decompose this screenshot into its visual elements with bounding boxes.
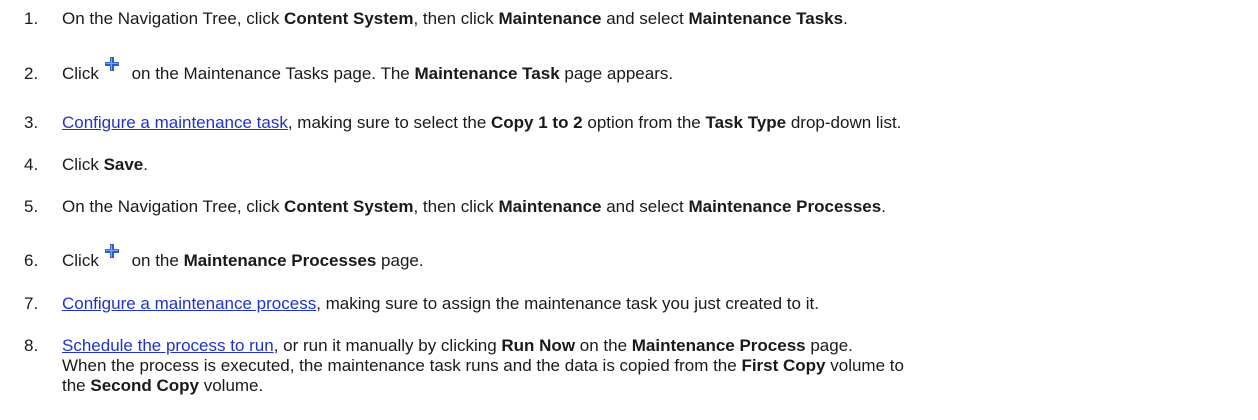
ui-term: Maintenance Processes <box>183 251 377 270</box>
ui-term: Maintenance Task <box>414 64 560 83</box>
ui-term: First Copy <box>741 356 826 375</box>
configure-maintenance-task-link[interactable]: Configure a maintenance task <box>62 113 288 132</box>
ui-term: Task Type <box>705 113 787 132</box>
step-number: 2. <box>24 64 39 83</box>
step-number: 1. <box>24 9 39 28</box>
ui-term: Second Copy <box>90 376 199 395</box>
step-text: Click Save. <box>62 155 148 174</box>
step-number: 8. <box>24 336 39 355</box>
step-number: 5. <box>24 197 39 216</box>
step-8-line-3: the Second Copy volume. <box>62 376 264 395</box>
plus-icon <box>99 244 127 271</box>
configure-maintenance-process-link[interactable]: Configure a maintenance process <box>62 294 316 313</box>
step-text: On the Navigation Tree, click Content Sy… <box>62 197 886 216</box>
step-text: Schedule the process to run, or run it m… <box>62 336 1252 396</box>
step-text: Configure a maintenance process, making … <box>62 294 819 313</box>
step-number: 6. <box>24 251 39 270</box>
schedule-process-link[interactable]: Schedule the process to run <box>62 336 274 355</box>
step-number: 3. <box>24 113 39 132</box>
step-number: 4. <box>24 155 39 174</box>
step-text: On the Navigation Tree, click Content Sy… <box>62 9 848 28</box>
ui-term: Copy 1 to 2 <box>491 113 583 132</box>
step-text: Configure a maintenance task, making sur… <box>62 113 902 132</box>
step-text: Click on the Maintenance Processes page. <box>62 244 1252 271</box>
ui-term: Content System <box>284 9 414 28</box>
ui-term: Run Now <box>501 336 576 355</box>
step-text: Click on the Maintenance Tasks page. The… <box>62 57 1252 84</box>
ui-term: Maintenance Process <box>631 336 806 355</box>
ui-term: Maintenance <box>498 9 602 28</box>
plus-icon <box>99 57 127 84</box>
ui-term: Content System <box>284 197 414 216</box>
ui-term: Maintenance Processes <box>688 197 882 216</box>
ui-term: Maintenance <box>498 197 602 216</box>
step-number: 7. <box>24 294 39 313</box>
step-8-line-2: When the process is executed, the mainte… <box>62 356 904 375</box>
ui-term: Save <box>103 155 144 174</box>
step-8-line-1: Schedule the process to run, or run it m… <box>62 336 853 355</box>
ui-term: Maintenance Tasks <box>688 9 844 28</box>
